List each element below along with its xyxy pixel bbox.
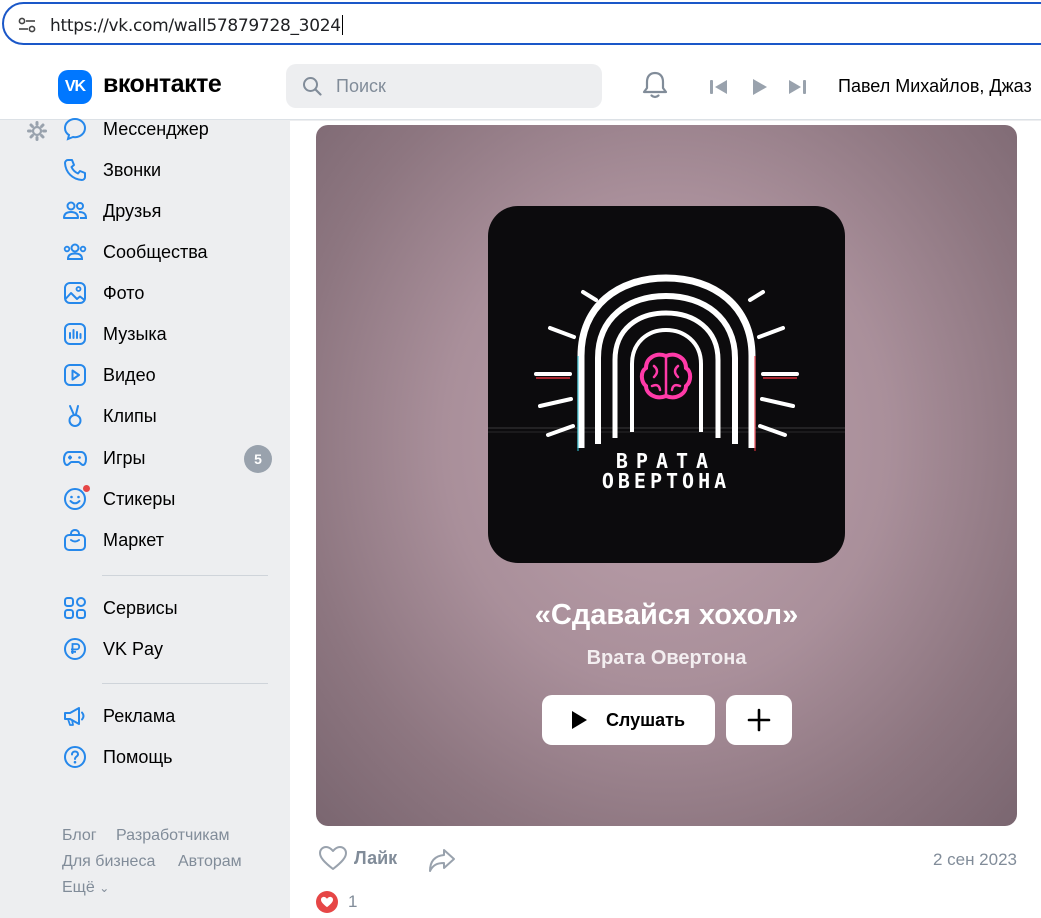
games-icon — [63, 451, 87, 466]
footer-link-blog[interactable]: Блог — [62, 827, 97, 845]
sidebar-item-label: Стикеры — [103, 488, 176, 509]
reactions-summary[interactable]: 1 — [316, 891, 357, 913]
like-button[interactable]: Лайк — [318, 845, 397, 871]
sidebar-item-label: Мессенджер — [103, 118, 209, 139]
brain-icon — [639, 352, 693, 400]
video-icon — [64, 364, 86, 386]
music-icon — [64, 323, 86, 345]
sidebar-item-label: Сообщества — [103, 241, 208, 262]
chevron-down-icon: ⌄ — [99, 881, 110, 895]
sidebar-item-stickers[interactable]: Стикеры — [62, 483, 274, 515]
sidebar-item-friends[interactable]: Друзья — [62, 195, 274, 227]
sidebar-item-label: Фото — [103, 282, 145, 303]
sidebar-item-market[interactable]: Маркет — [62, 524, 274, 556]
services-icon — [64, 597, 86, 619]
sidebar-item-label: VK Pay — [103, 638, 164, 659]
help-icon — [64, 746, 86, 768]
sidebar-item-label: Маркет — [103, 529, 164, 550]
like-label: Лайк — [354, 847, 398, 868]
sidebar-item-photo[interactable]: Фото — [62, 277, 274, 309]
browser-address-bar: https://vk.com/wall57879728_3024 — [0, 0, 1041, 54]
url-text[interactable]: https://vk.com/wall57879728_3024 — [50, 15, 343, 36]
sidebar-item-services[interactable]: Сервисы — [62, 592, 274, 624]
site-settings-icon[interactable] — [18, 17, 36, 33]
sidebar-item-vkpay[interactable]: VK Pay — [62, 633, 274, 665]
sidebar-divider — [102, 683, 268, 684]
market-icon — [64, 528, 86, 551]
sidebar-item-label: Игры — [103, 447, 146, 468]
sidebar-item-music[interactable]: Музыка — [62, 318, 274, 350]
sidebar-item-label: Сервисы — [103, 597, 178, 618]
sidebar-divider — [102, 575, 268, 576]
sidebar-item-label: Звонки — [103, 159, 162, 180]
photo-icon — [64, 282, 86, 304]
sidebar-item-messenger[interactable]: Мессенджер — [62, 113, 274, 145]
play-icon — [571, 711, 587, 729]
messenger-icon — [63, 117, 87, 141]
footer-link-developers[interactable]: Разработчикам — [116, 827, 230, 845]
album-cover[interactable]: ВРАТА ОВЕРТОНА — [488, 206, 845, 563]
url-field[interactable]: https://vk.com/wall57879728_3024 — [2, 2, 1041, 45]
gear-icon[interactable] — [27, 121, 47, 141]
add-to-playlist-button[interactable] — [726, 695, 792, 745]
previous-track-icon[interactable] — [709, 78, 729, 96]
sidebar-item-video[interactable]: Видео — [62, 359, 274, 391]
sidebar-item-games[interactable]: Игры 5 — [62, 442, 274, 474]
sidebar-item-label: Видео — [103, 364, 156, 385]
post-actions: Лайк 2 сен 2023 — [290, 841, 1041, 881]
vk-header: VK вконтакте Поиск Павел Михайлов, Джаз — [0, 54, 1041, 120]
plus-icon — [747, 708, 771, 732]
communities-icon — [63, 243, 87, 260]
heart-reaction-icon — [316, 891, 338, 913]
text-cursor — [341, 15, 343, 35]
footer-link-authors[interactable]: Авторам — [178, 853, 242, 871]
song-title: «Сдавайся хохол» — [534, 599, 799, 631]
footer-more[interactable]: Ещё ⌄ — [62, 879, 109, 897]
games-count-badge: 5 — [244, 445, 272, 473]
reactions-count: 1 — [348, 892, 358, 911]
main-content: ВРАТА ОВЕРТОНА «Сдавайся хохол» Врата Ов… — [290, 121, 1041, 918]
listen-button-label: Слушать — [605, 709, 686, 730]
now-playing-text[interactable]: Павел Михайлов, Джаз — [838, 76, 1032, 97]
music-card: ВРАТА ОВЕРТОНА «Сдавайся хохол» Врата Ов… — [316, 125, 1017, 826]
sidebar-item-label: Друзья — [103, 200, 162, 221]
vk-logo-text[interactable]: вконтакте — [103, 70, 222, 99]
vk-logo-icon[interactable]: VK — [58, 70, 92, 104]
heart-icon — [319, 846, 347, 870]
sidebar-item-communities[interactable]: Сообщества — [62, 236, 274, 268]
sidebar-item-clips[interactable]: Клипы — [62, 400, 274, 432]
phone-icon — [64, 159, 86, 181]
search-placeholder: Поиск — [336, 76, 386, 96]
advertising-icon — [64, 707, 85, 726]
footer-link-business[interactable]: Для бизнеса — [62, 853, 155, 871]
listen-button[interactable]: Слушать — [542, 695, 715, 745]
search-box[interactable]: Поиск — [286, 64, 602, 108]
play-icon[interactable] — [750, 78, 770, 96]
footer-more-label: Ещё — [62, 879, 95, 896]
friends-icon — [63, 201, 88, 219]
sidebar-item-label: Клипы — [103, 405, 157, 426]
clips-icon — [68, 405, 82, 427]
search-icon — [303, 77, 322, 96]
album-cover-art: ВРАТА ОВЕРТОНА — [488, 274, 845, 493]
cover-text-line2: ОВЕРТОНА — [602, 469, 730, 493]
vkpay-icon — [64, 638, 86, 660]
sidebar-item-label: Помощь — [103, 746, 173, 767]
share-icon[interactable] — [427, 846, 457, 874]
notifications-bell-icon[interactable] — [641, 70, 669, 100]
stickers-icon-wrap — [62, 484, 91, 512]
next-track-icon[interactable] — [787, 78, 807, 96]
left-sidebar: Мессенджер Звонки Друзья Сообщества Фото… — [0, 117, 288, 918]
sidebar-item-help[interactable]: Помощь — [62, 741, 274, 773]
post-date[interactable]: 2 сен 2023 — [933, 850, 1017, 870]
sidebar-item-label: Музыка — [103, 323, 167, 344]
artist-name[interactable]: Врата Овертона — [316, 647, 1017, 670]
sidebar-item-calls[interactable]: Звонки — [62, 154, 274, 186]
sidebar-item-label: Реклама — [103, 705, 176, 726]
sidebar-item-advertising[interactable]: Реклама — [62, 700, 274, 732]
notification-dot — [82, 484, 91, 493]
